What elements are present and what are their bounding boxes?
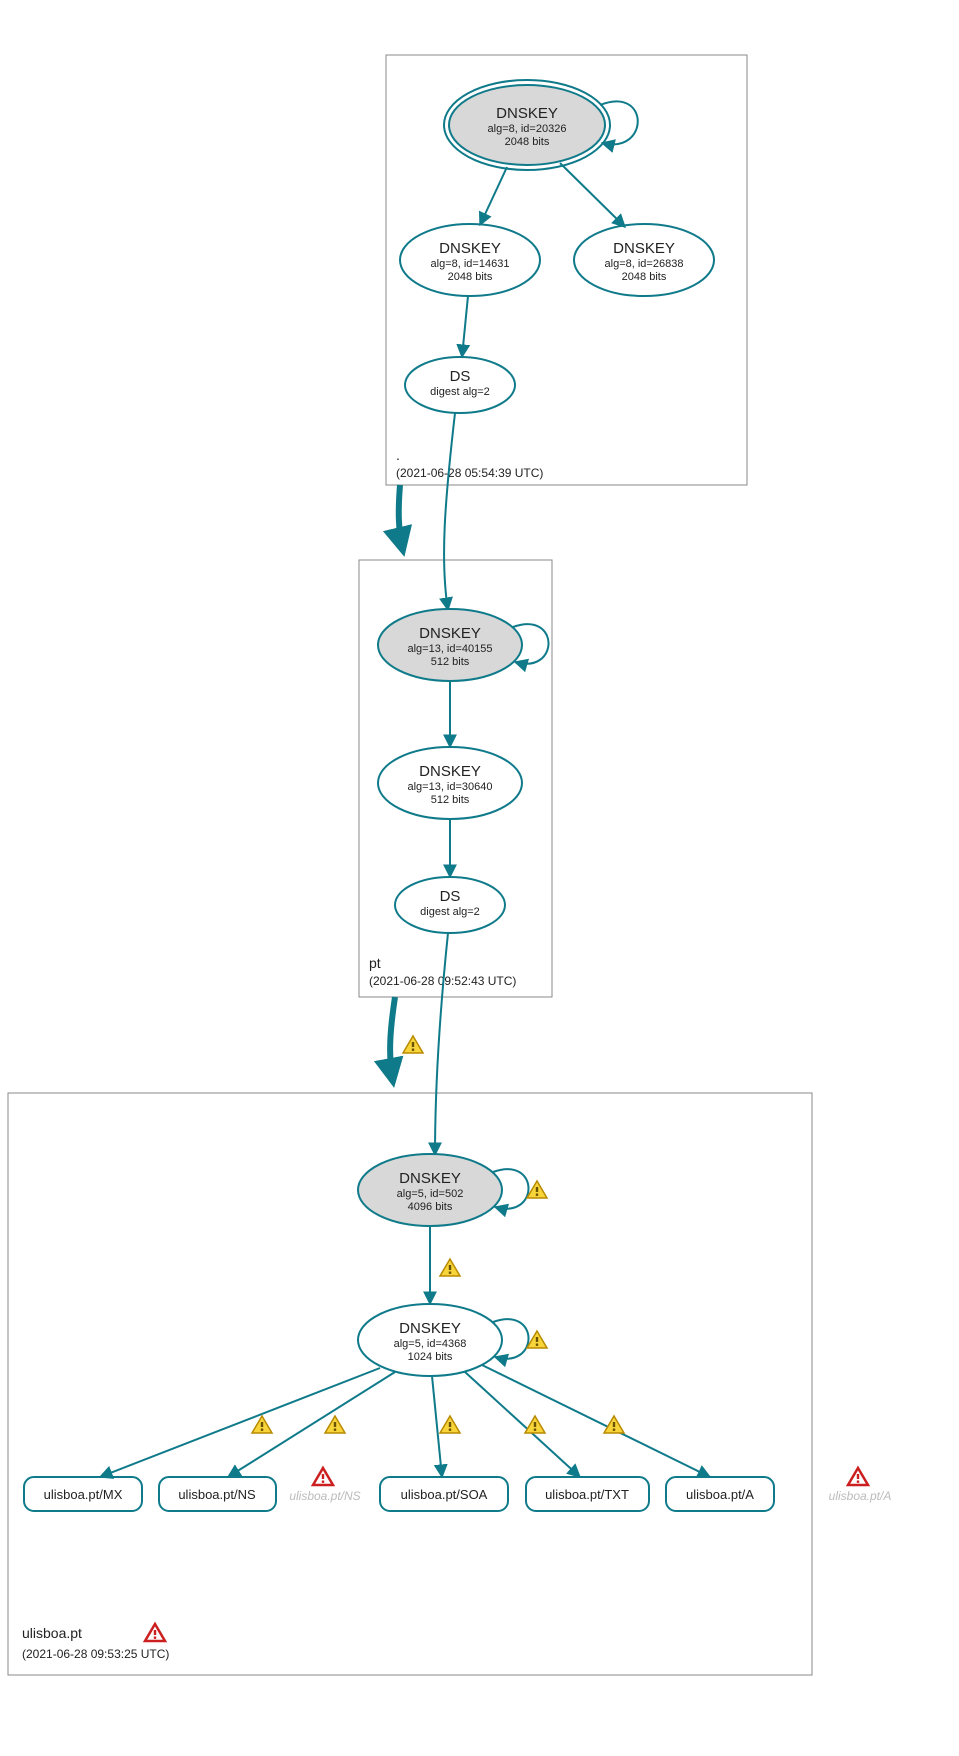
svg-text:alg=8, id=26838: alg=8, id=26838 — [605, 258, 684, 270]
ghost-rrset-a: ulisboa.pt/A — [829, 1489, 892, 1503]
node-pt-zsk[interactable]: DNSKEY alg=13, id=30640 512 bits — [378, 747, 522, 819]
svg-text:DNSKEY: DNSKEY — [399, 1320, 461, 1337]
zone-ts-root: (2021-06-28 05:54:39 UTC) — [396, 466, 543, 480]
dnssec-diagram: . (2021-06-28 05:54:39 UTC) DNSKEY alg=8… — [0, 0, 959, 1756]
edge-rootksk-zsk2 — [560, 163, 625, 227]
svg-text:1024 bits: 1024 bits — [408, 1351, 453, 1363]
svg-text:ulisboa.pt/NS: ulisboa.pt/NS — [178, 1487, 256, 1502]
edge-ulzsk-txt — [465, 1372, 580, 1477]
rrset-txt[interactable]: ulisboa.pt/TXT — [526, 1477, 649, 1511]
edge-ulzsk-ns — [228, 1372, 395, 1477]
warning-icon — [325, 1416, 345, 1433]
svg-text:DNSKEY: DNSKEY — [439, 240, 501, 257]
edge-ulzsk-a — [482, 1365, 710, 1477]
svg-text:DS: DS — [450, 368, 471, 385]
node-root-ksk[interactable]: DNSKEY alg=8, id=20326 2048 bits — [444, 80, 610, 170]
error-icon — [313, 1468, 333, 1485]
node-ulisboa-ksk[interactable]: DNSKEY alg=5, id=502 4096 bits — [358, 1154, 502, 1226]
rrset-a[interactable]: ulisboa.pt/A — [666, 1477, 774, 1511]
svg-text:DNSKEY: DNSKEY — [419, 763, 481, 780]
zone-label-ulisboa: ulisboa.pt — [22, 1625, 82, 1641]
edge-ulzsk-soa — [432, 1376, 442, 1477]
svg-text:DNSKEY: DNSKEY — [399, 1170, 461, 1187]
svg-text:ulisboa.pt/A: ulisboa.pt/A — [686, 1487, 754, 1502]
svg-text:ulisboa.pt/TXT: ulisboa.pt/TXT — [545, 1487, 629, 1502]
warning-icon — [440, 1416, 460, 1433]
rrset-mx[interactable]: ulisboa.pt/MX — [24, 1477, 142, 1511]
svg-text:ulisboa.pt/MX: ulisboa.pt/MX — [44, 1487, 123, 1502]
error-icon — [145, 1624, 165, 1641]
svg-text:512 bits: 512 bits — [431, 656, 470, 668]
node-pt-ksk[interactable]: DNSKEY alg=13, id=40155 512 bits — [378, 609, 522, 681]
svg-text:DS: DS — [440, 888, 461, 905]
svg-text:ulisboa.pt/SOA: ulisboa.pt/SOA — [401, 1487, 488, 1502]
error-icon — [848, 1468, 868, 1485]
svg-text:DNSKEY: DNSKEY — [613, 240, 675, 257]
rrset-ns[interactable]: ulisboa.pt/NS — [159, 1477, 276, 1511]
edge-delegation-root-pt — [399, 485, 403, 551]
zone-label-root: . — [396, 447, 400, 463]
edge-rootds-ptksk — [444, 413, 455, 610]
ghost-rrset-ns: ulisboa.pt/NS — [289, 1489, 360, 1503]
svg-text:alg=8, id=14631: alg=8, id=14631 — [431, 258, 510, 270]
edge-ptds-ulksk — [435, 933, 448, 1155]
svg-text:4096 bits: 4096 bits — [408, 1201, 453, 1213]
svg-text:alg=8, id=20326: alg=8, id=20326 — [488, 123, 567, 135]
warning-icon — [440, 1259, 460, 1276]
node-root-zsk1[interactable]: DNSKEY alg=8, id=14631 2048 bits — [400, 224, 540, 296]
edge-rootzsk1-ds — [462, 296, 468, 357]
edge-delegation-pt-ulisboa — [390, 997, 395, 1082]
svg-text:alg=5, id=502: alg=5, id=502 — [397, 1188, 464, 1200]
warning-icon — [403, 1036, 423, 1053]
node-root-ds[interactable]: DS digest alg=2 — [405, 357, 515, 413]
svg-text:alg=13, id=40155: alg=13, id=40155 — [407, 643, 492, 655]
edge-rootksk-zsk1 — [480, 167, 507, 225]
svg-text:alg=5, id=4368: alg=5, id=4368 — [394, 1338, 467, 1350]
svg-text:DNSKEY: DNSKEY — [419, 625, 481, 642]
warning-icon — [527, 1181, 547, 1198]
node-pt-ds[interactable]: DS digest alg=2 — [395, 877, 505, 933]
zone-label-pt: pt — [369, 955, 381, 971]
svg-text:2048 bits: 2048 bits — [505, 136, 550, 148]
svg-text:digest alg=2: digest alg=2 — [420, 906, 480, 918]
svg-text:512 bits: 512 bits — [431, 794, 470, 806]
warning-icon — [252, 1416, 272, 1433]
zone-ts-ulisboa: (2021-06-28 09:53:25 UTC) — [22, 1647, 169, 1661]
node-ulisboa-zsk[interactable]: DNSKEY alg=5, id=4368 1024 bits — [358, 1304, 502, 1376]
warning-icon — [525, 1416, 545, 1433]
node-root-zsk2[interactable]: DNSKEY alg=8, id=26838 2048 bits — [574, 224, 714, 296]
svg-text:2048 bits: 2048 bits — [622, 271, 667, 283]
svg-text:alg=13, id=30640: alg=13, id=30640 — [407, 781, 492, 793]
warning-icon — [527, 1331, 547, 1348]
rrset-soa[interactable]: ulisboa.pt/SOA — [380, 1477, 508, 1511]
warning-icon — [604, 1416, 624, 1433]
svg-text:2048 bits: 2048 bits — [448, 271, 493, 283]
svg-text:DNSKEY: DNSKEY — [496, 105, 558, 122]
svg-text:digest alg=2: digest alg=2 — [430, 386, 490, 398]
